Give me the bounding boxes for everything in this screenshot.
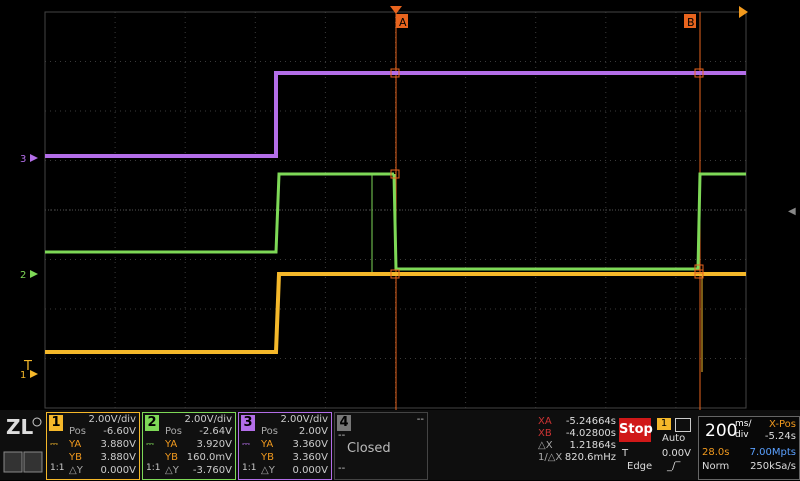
dc-coupling-icon: ⎓ bbox=[50, 439, 58, 450]
trigger-type-label: T bbox=[622, 448, 629, 459]
ch2-marker-arrow bbox=[30, 270, 38, 278]
ch1-marker[interactable]: 1 bbox=[20, 370, 26, 381]
channel-3-scale: 2.00V/div bbox=[280, 414, 328, 425]
screenshot-icon bbox=[23, 451, 43, 473]
channel-3-pos-label: Pos bbox=[261, 426, 279, 437]
magnifier-icon bbox=[3, 451, 23, 473]
cursor-a-label: A bbox=[399, 16, 407, 29]
channel-2-number: 2 bbox=[145, 415, 159, 431]
timebase-panel[interactable]: 200 ms/ div X-Pos -5.24s 28.0s 7.00Mpts … bbox=[698, 416, 800, 480]
xpos-label: X-Pos bbox=[769, 419, 796, 430]
trigger-coupling-icon bbox=[675, 418, 691, 432]
dc-coupling-icon: ⎓ bbox=[146, 439, 154, 450]
svg-text:ZL: ZL bbox=[6, 415, 34, 439]
ch2-trace bbox=[45, 172, 394, 254]
channel-4-panel[interactable]: 4 -- -- Closed -- bbox=[334, 412, 428, 480]
brand-logo: ZL bbox=[2, 412, 44, 478]
channel-1-pos-value: -6.60V bbox=[103, 426, 136, 437]
channel-2-pos-value: -2.64V bbox=[199, 426, 232, 437]
dx-value: 1.21864s bbox=[569, 440, 616, 451]
acq-mode: Norm bbox=[702, 461, 730, 472]
rising-edge-icon: _/‾ bbox=[667, 461, 681, 472]
dc-coupling-icon: ⎓ bbox=[242, 439, 250, 450]
channel-3-pos-value: 2.00V bbox=[298, 426, 328, 437]
channel-3-ya-value: 3.360V bbox=[292, 439, 328, 450]
xa-value: -5.24664s bbox=[565, 416, 616, 427]
timebase-unit-bottom: div bbox=[735, 430, 749, 440]
channel-4-bottom: -- bbox=[338, 463, 346, 474]
channel-1-scale: 2.00V/div bbox=[88, 414, 136, 425]
channel-3-probe-ratio: 1:1 bbox=[242, 463, 257, 473]
trigger-panel[interactable]: 1 Auto T 0.00V Edge _/‾ bbox=[619, 416, 694, 478]
waveform-display[interactable]: A B 3 2 T 1 bbox=[0, 0, 800, 410]
channel-2-probe-ratio: 1:1 bbox=[146, 463, 161, 473]
channel-3-yb-label: YB bbox=[261, 452, 274, 463]
channel-3-dy-value: 0.000V bbox=[292, 465, 328, 476]
trigger-edge: Edge bbox=[627, 461, 653, 472]
channel-1-dy-value: 0.000V bbox=[100, 465, 136, 476]
channel-3-number: 3 bbox=[241, 415, 255, 431]
channel-1-number: 1 bbox=[49, 415, 63, 431]
inv-dx-label: 1/△X bbox=[538, 452, 563, 463]
ch1-marker-arrow bbox=[30, 370, 38, 378]
channel-1-panel[interactable]: 1 2.00V/div Pos -6.60V YA 3.880V YB 3.880V △Y 0.0… bbox=[46, 412, 140, 480]
side-menu-arrow-icon[interactable]: ◀ bbox=[788, 206, 796, 217]
channel-2-dy-label: △Y bbox=[165, 465, 179, 476]
channel-1-yb-label: YB bbox=[69, 452, 82, 463]
channel-2-ya-value: 3.920V bbox=[196, 439, 232, 450]
cursor-crosshairs bbox=[390, 68, 704, 279]
channel-1-yb-value: 3.880V bbox=[100, 452, 136, 463]
channel-2-pos-label: Pos bbox=[165, 426, 183, 437]
channel-3-panel[interactable]: 3 2.00V/div Pos 2.00V YA 3.360V YB 3.360V △Y 0.00… bbox=[238, 412, 332, 480]
channel-3-ya-label: YA bbox=[261, 439, 274, 450]
xpos-value: -5.24s bbox=[764, 431, 796, 442]
channel-2-dy-value: -3.760V bbox=[192, 465, 232, 476]
horizontal-offset-marker[interactable] bbox=[739, 6, 748, 18]
dx-label: △X bbox=[538, 440, 553, 451]
sample-rate: 250kSa/s bbox=[750, 461, 796, 472]
ch3-marker-arrow bbox=[30, 154, 38, 162]
channel-1-pos-label: Pos bbox=[69, 426, 87, 437]
channel-2-scale: 2.00V/div bbox=[184, 414, 232, 425]
acq-time: 28.0s bbox=[702, 447, 730, 458]
channel-3-dy-label: △Y bbox=[261, 465, 275, 476]
channel-4-pos-label: -- bbox=[338, 430, 346, 441]
ch3-marker[interactable]: 3 bbox=[20, 154, 26, 165]
trigger-source: 1 bbox=[657, 418, 671, 430]
channel-4-number: 4 bbox=[337, 415, 351, 431]
ch2-marker[interactable]: 2 bbox=[20, 270, 26, 281]
cursor-b-label: B bbox=[687, 16, 695, 29]
channel-2-yb-label: YB bbox=[165, 452, 178, 463]
channel-1-ya-label: YA bbox=[69, 439, 82, 450]
channel-1-dy-label: △Y bbox=[69, 465, 83, 476]
inv-dx-value: 820.6mHz bbox=[564, 452, 616, 463]
channel-4-status: Closed bbox=[347, 441, 391, 456]
channel-1-ya-value: 3.880V bbox=[100, 439, 136, 450]
channel-2-panel[interactable]: 2 2.00V/div Pos -2.64V YA 3.920V YB 160.0mV △Y -3… bbox=[142, 412, 236, 480]
memory-depth: 7.00Mpts bbox=[749, 447, 796, 458]
xa-label: XA bbox=[538, 416, 552, 427]
channel-2-yb-value: 160.0mV bbox=[186, 452, 232, 463]
ch2-trace-low bbox=[392, 172, 746, 271]
xb-label: XB bbox=[538, 428, 552, 439]
xb-value: -4.02800s bbox=[565, 428, 616, 439]
timebase-unit-top: ms/ bbox=[735, 419, 752, 429]
channel-1-probe-ratio: 1:1 bbox=[50, 463, 65, 473]
channel-3-yb-value: 3.360V bbox=[292, 452, 328, 463]
channel-4-scale: -- bbox=[416, 414, 424, 425]
trigger-position-marker[interactable] bbox=[390, 6, 402, 14]
trigger-mode: Auto bbox=[662, 433, 686, 444]
cursor-measurements[interactable]: XA -5.24664s XB -4.02800s △X 1.21864s 1/△X 8… bbox=[538, 416, 616, 478]
timebase-value: 200 bbox=[705, 421, 738, 441]
channel-2-ya-label: YA bbox=[165, 439, 178, 450]
trigger-level: 0.00V bbox=[661, 448, 691, 459]
